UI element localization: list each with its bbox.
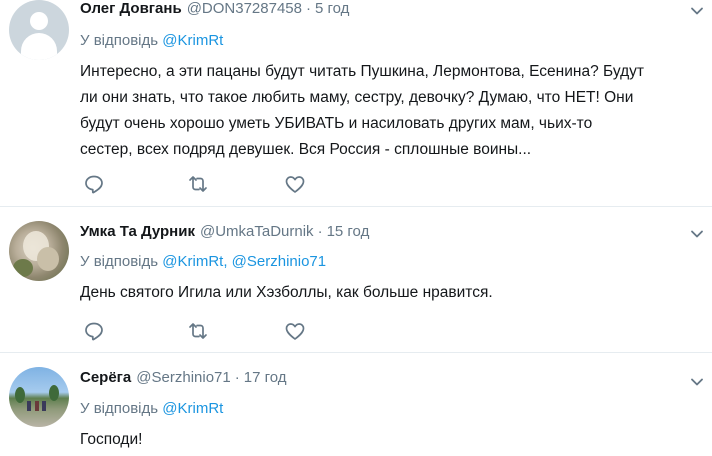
retweet-icon[interactable] [186,319,210,343]
tweet-text-line: сестер, всех подряд девушек. Вся Россия … [80,141,532,158]
avatar[interactable] [9,0,69,60]
reply-icon[interactable] [82,172,106,196]
separator-dot: · [234,369,240,386]
reply-context: У відповідь @KrimRt [80,32,223,49]
tweet-header: Умка Та Дурник @UmkaTaDurnik · 15 год [80,223,369,243]
mention-link[interactable]: @KrimRt, [162,253,227,270]
author-handle[interactable]: @Serzhinio71 [136,369,230,386]
reply-prefix: У відповідь [80,253,159,270]
author-name[interactable]: Олег Довгань [80,0,182,17]
heart-icon[interactable] [283,319,307,343]
avatar-body-shape [21,33,57,60]
tweet-text-line: ли они знать, что такое любить маму, сес… [80,89,634,106]
tweet-actions [80,319,380,343]
tweet-text-line: будут очень хорошо уметь УБИВАТЬ и насил… [80,115,593,132]
avatar-photo-detail [35,401,39,411]
tweet-text: Интересно, а эти пацаны будут читать Пуш… [80,59,702,163]
avatar-photo-detail [49,385,59,401]
avatar[interactable] [9,367,69,427]
avatar-photo-detail [42,401,46,411]
author-name[interactable]: Умка Та Дурник [80,223,195,240]
avatar-photo-detail [27,401,31,411]
mention-link[interactable]: @KrimRt [162,32,223,49]
reply-prefix: У відповідь [80,400,159,417]
reply-prefix: У відповідь [80,32,159,49]
mention-link[interactable]: @Serzhinio71 [232,253,326,270]
tweet-text: День святого Игила или Хэзболлы, как бол… [80,284,493,301]
retweet-icon[interactable] [186,172,210,196]
reply-icon[interactable] [82,319,106,343]
avatar-photo-detail [37,247,59,271]
tweet-text: Господи! [80,431,143,448]
timestamp[interactable]: 15 год [327,223,370,240]
separator-dot: · [317,223,323,240]
timestamp[interactable]: 17 год [244,369,287,386]
chevron-down-icon[interactable] [690,4,704,18]
avatar-photo-detail [13,259,33,277]
author-handle[interactable]: @UmkaTaDurnik [200,223,314,240]
avatar-photo-detail [15,387,25,403]
author-handle[interactable]: @DON37287458 [187,0,302,17]
heart-icon[interactable] [283,172,307,196]
mention-link[interactable]: @KrimRt [162,400,223,417]
tweet[interactable]: Серёга @Serzhinio71 · 17 год У відповідь… [0,353,712,456]
tweet-text-line: Интересно, а эти пацаны будут читать Пуш… [80,63,644,80]
author-name[interactable]: Серёга [80,369,131,386]
chevron-down-icon[interactable] [690,375,704,389]
avatar[interactable] [9,221,69,281]
tweet[interactable]: Олег Довгань @DON37287458 · 5 год У відп… [0,0,712,206]
chevron-down-icon[interactable] [690,227,704,241]
separator-dot: · [306,0,311,17]
tweet-actions [80,172,380,196]
tweet-header: Серёга @Serzhinio71 · 17 год [80,369,287,389]
reply-context: У відповідь @KrimRt [80,400,223,417]
tweet-header: Олег Довгань @DON37287458 · 5 год [80,0,349,20]
avatar-head-shape [30,12,48,30]
reply-context: У відповідь @KrimRt, @Serzhinio71 [80,253,326,270]
timestamp[interactable]: 5 год [315,0,349,17]
tweet[interactable]: Умка Та Дурник @UmkaTaDurnik · 15 год У … [0,207,712,351]
